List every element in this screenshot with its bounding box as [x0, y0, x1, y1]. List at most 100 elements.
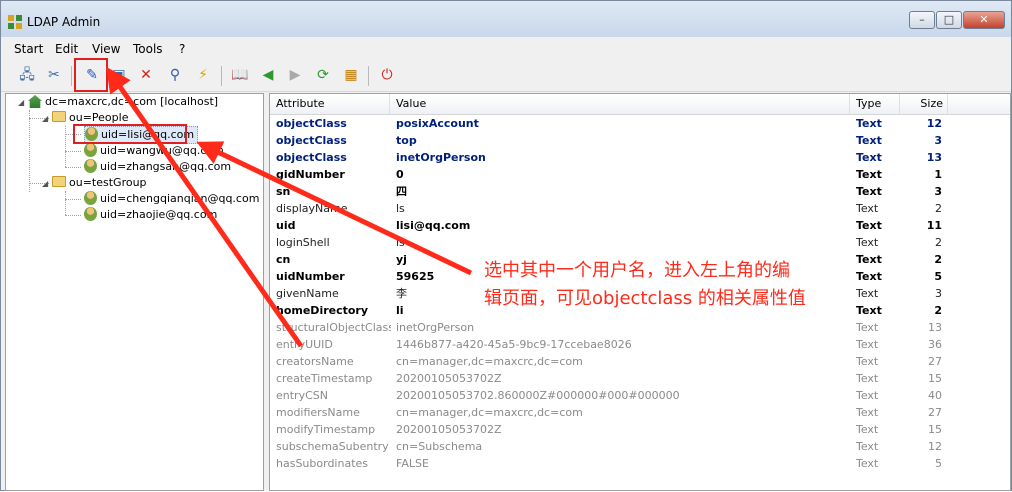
header-value[interactable]: Value — [390, 94, 850, 114]
cell-value: 20200105053702.860000Z#000000#000#000000 — [396, 389, 680, 402]
save-icon[interactable]: ▣ — [108, 64, 130, 86]
cell-attribute: loginShell — [276, 236, 330, 249]
forward-icon[interactable]: ▶ — [284, 64, 306, 86]
collapse-icon[interactable]: ◢ — [18, 95, 28, 111]
cell-type: Text — [856, 185, 882, 198]
app-icon — [8, 15, 22, 29]
cell-value: lisi@qq.com — [396, 219, 471, 232]
stop-icon[interactable]: ⏻ — [376, 64, 398, 86]
toolbar: 🖧 ✂ ✎ ▣ ✕ ⚲ ⚡ 📖 ◀ ▶ ⟳ ▦ ⏻ — [1, 61, 1011, 92]
cell-attribute: hasSubordinates — [276, 457, 369, 470]
book-icon[interactable]: 📖 — [229, 64, 251, 86]
cell-size: 12 — [928, 440, 942, 453]
table-row[interactable]: subschemaSubentry cn=Subschema Text 12 — [270, 438, 1010, 455]
table-row[interactable]: objectClass inetOrgPerson Text 13 — [270, 149, 1010, 166]
cell-type: Text — [856, 372, 879, 385]
cell-type: Text — [856, 219, 882, 232]
cell-value: top — [396, 134, 417, 147]
tree-node-user[interactable]: uid=wangwu@qq.com — [84, 143, 224, 159]
tree-guide — [65, 215, 81, 216]
table-row[interactable]: entryCSN 20200105053702.860000Z#000000#00… — [270, 387, 1010, 404]
cell-value: FALSE — [396, 457, 429, 470]
toolbar-separator — [71, 66, 72, 86]
refresh-icon[interactable]: ⟳ — [312, 64, 334, 86]
collapse-icon[interactable]: ◢ — [42, 176, 52, 192]
cell-size: 27 — [928, 406, 942, 419]
cell-value: cn=manager,dc=maxcrc,dc=com — [396, 406, 583, 419]
cell-attribute: entryCSN — [276, 389, 328, 402]
cell-size: 2 — [935, 202, 942, 215]
cell-size: 2 — [934, 304, 942, 317]
cell-attribute: uidNumber — [276, 270, 345, 283]
cell-value: 1446b877-a420-45a5-9bc9-17ccebae8026 — [396, 338, 632, 351]
cell-size: 5 — [935, 457, 942, 470]
menu-bar: Start Edit View Tools ? — [1, 39, 1011, 59]
menu-start[interactable]: Start — [14, 42, 43, 56]
cell-size: 3 — [935, 287, 942, 300]
cell-attribute: creatorsName — [276, 355, 354, 368]
table-row[interactable]: loginShell ls Text 2 — [270, 234, 1010, 251]
tree-node-user[interactable]: uid=chengqianqian@qq.com — [84, 191, 259, 207]
cell-value: ls — [396, 202, 405, 215]
cell-size: 27 — [928, 355, 942, 368]
menu-tools[interactable]: Tools — [133, 42, 163, 56]
cell-value: 0 — [396, 168, 404, 181]
cell-size: 36 — [928, 338, 942, 351]
cell-type: Text — [856, 236, 879, 249]
cell-size: 2 — [935, 236, 942, 249]
tree-guide — [65, 167, 81, 168]
lightning-icon[interactable]: ⚡ — [192, 64, 214, 86]
tree-node-user[interactable]: uid=zhaojie@qq.com — [84, 207, 217, 223]
annotation-text: 选中其中一个用户名，进入左上角的编 辑页面，可见objectclass 的相关属… — [484, 257, 864, 313]
search-icon[interactable]: ⚲ — [164, 64, 186, 86]
cell-type: Text — [856, 321, 879, 334]
table-row[interactable]: modifiersName cn=manager,dc=maxcrc,dc=com… — [270, 404, 1010, 421]
tree-node-group[interactable]: ◢ ou=testGroup — [42, 175, 147, 191]
table-row[interactable]: objectClass posixAccount Text 12 — [270, 115, 1010, 132]
table-row[interactable]: sn 四 Text 3 — [270, 183, 1010, 200]
table-row[interactable]: uid lisi@qq.com Text 11 — [270, 217, 1010, 234]
user-icon — [84, 191, 97, 205]
cell-type: Text — [856, 117, 882, 130]
tree-guide — [65, 126, 66, 167]
menu-edit[interactable]: Edit — [55, 42, 78, 56]
close-button[interactable]: ✕ — [963, 11, 1005, 29]
minimize-button[interactable]: – — [909, 11, 935, 29]
annotation-line: 选中其中一个用户名，进入左上角的编 — [484, 260, 790, 281]
collapse-icon[interactable]: ◢ — [42, 111, 52, 127]
connect-icon[interactable]: 🖧 — [16, 64, 38, 86]
maximize-button[interactable]: □ — [936, 11, 962, 29]
table-row[interactable]: entryUUID 1446b877-a420-45a5-9bc9-17cceba… — [270, 336, 1010, 353]
delete-icon[interactable]: ✕ — [135, 64, 157, 86]
tree-node-user[interactable]: uid=zhangsan@qq.com — [84, 159, 231, 175]
table-row[interactable]: modifyTimestamp 20200105053702Z Text 15 — [270, 421, 1010, 438]
table-row[interactable]: creatorsName cn=manager,dc=maxcrc,dc=com T… — [270, 353, 1010, 370]
table-row[interactable]: structuralObjectClass inetOrgPerson Text 13 — [270, 319, 1010, 336]
disconnect-icon[interactable]: ✂ — [43, 64, 65, 86]
back-icon[interactable]: ◀ — [257, 64, 279, 86]
table-row[interactable]: createTimestamp 20200105053702Z Text 15 — [270, 370, 1010, 387]
cell-type: Text — [856, 202, 879, 215]
header-type[interactable]: Type — [850, 94, 900, 114]
tree-node-root[interactable]: ◢ dc=maxcrc,dc=com [localhost] — [18, 94, 218, 110]
table-row[interactable]: gidNumber 0 Text 1 — [270, 166, 1010, 183]
schema-icon[interactable]: ▦ — [340, 64, 362, 86]
tree-guide — [29, 110, 30, 192]
cell-type: Text — [856, 151, 882, 164]
header-size[interactable]: Size — [900, 94, 948, 114]
menu-view[interactable]: View — [92, 42, 120, 56]
user-icon — [84, 159, 97, 173]
table-row[interactable]: objectClass top Text 3 — [270, 132, 1010, 149]
table-row[interactable]: hasSubordinates FALSE Text 5 — [270, 455, 1010, 472]
cell-attribute: structuralObjectClass — [276, 321, 391, 334]
tree-guide — [65, 191, 66, 215]
cell-size: 40 — [928, 389, 942, 402]
selected-user-highlight — [73, 124, 187, 144]
tree-node-label: uid=chengqianqian@qq.com — [100, 192, 260, 205]
title-bar: LDAP Admin – □ ✕ — [1, 1, 1011, 37]
menu-help[interactable]: ? — [179, 42, 185, 56]
cell-attribute: displayName — [276, 202, 348, 215]
cell-attribute: uid — [276, 219, 296, 232]
header-attribute[interactable]: Attribute — [270, 94, 390, 114]
table-row[interactable]: displayName ls Text 2 — [270, 200, 1010, 217]
